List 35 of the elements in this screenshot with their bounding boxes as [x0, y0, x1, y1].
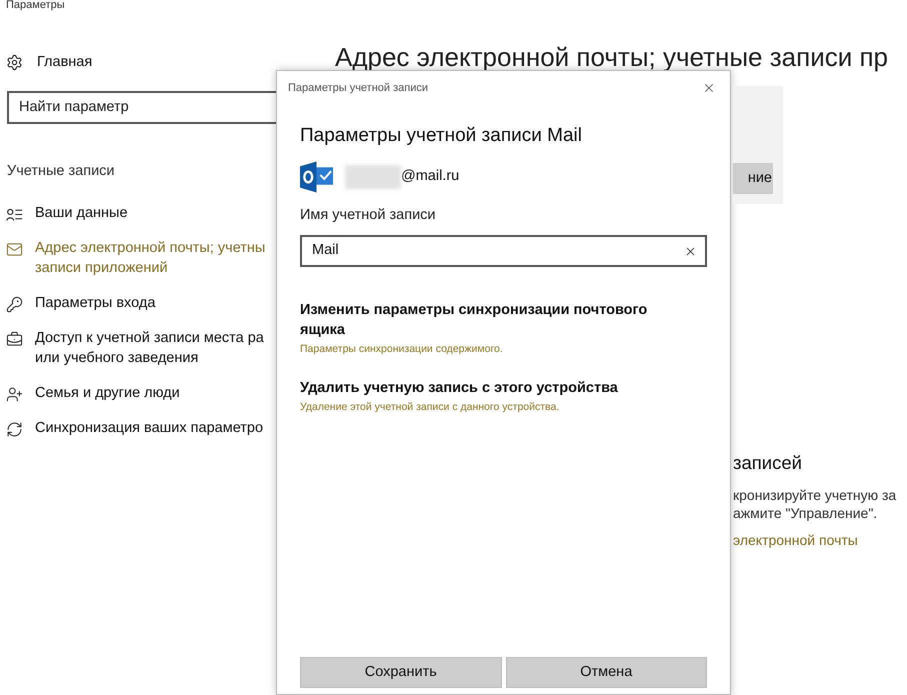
action-description: Удаление этой учетной записи с данного устройства. [300, 400, 560, 415]
description-text: ажмите "Управление". [733, 504, 878, 522]
dialog-heading: Параметры учетной записи Mail [300, 124, 583, 148]
window-title: Параметры [5, 0, 66, 13]
nav-item[interactable]: Доступ к учетной записи места ра или учебного заведения [0, 328, 276, 368]
page-heading: Адрес электронной почты; учетные записи пр [335, 42, 890, 72]
nav-item[interactable]: Ваши данные [0, 202, 276, 222]
mail-icon [6, 240, 23, 258]
description-text: кронизируйте учетную за [733, 486, 898, 504]
section-heading: записей [733, 451, 803, 475]
account-name-field[interactable]: Mail [300, 235, 707, 268]
dialog-title: Параметры учетной записи [288, 80, 428, 96]
nav-item[interactable]: Синхронизация ваших параметро [0, 418, 276, 438]
action-description: Параметры синхронизации содержимого. [300, 342, 504, 358]
nav-item[interactable]: Семья и другие люди [0, 382, 276, 402]
person-plus-icon [6, 386, 23, 402]
manage-button[interactable]: ние [733, 163, 773, 194]
action-link[interactable]: Удалить учетную запись с этого устройства [300, 378, 680, 398]
email-link[interactable]: электронной почты [733, 530, 907, 551]
redacted-blur [345, 164, 401, 188]
nav-item[interactable]: Адрес электронной почты; учетны записи приложений [0, 238, 276, 278]
briefcase-icon [6, 330, 23, 348]
section-title: Учетные записи [6, 162, 116, 181]
outlook-icon [300, 160, 333, 192]
key-icon [6, 296, 23, 312]
email-address: @mail.ru [401, 166, 460, 186]
save-button[interactable]: Сохранить [300, 657, 502, 688]
action-link[interactable]: Изменить параметры синхронизации почтового ящика [300, 300, 680, 340]
settings-icon [6, 54, 23, 72]
cancel-button[interactable]: Отмена [506, 657, 707, 688]
nav-item[interactable]: Параметры входа [0, 292, 276, 312]
field-label: Имя учетной записи [300, 206, 437, 224]
search-field[interactable]: Найти параметр [7, 90, 276, 124]
home-item[interactable]: Главная [0, 52, 276, 74]
sync-icon [6, 420, 23, 438]
